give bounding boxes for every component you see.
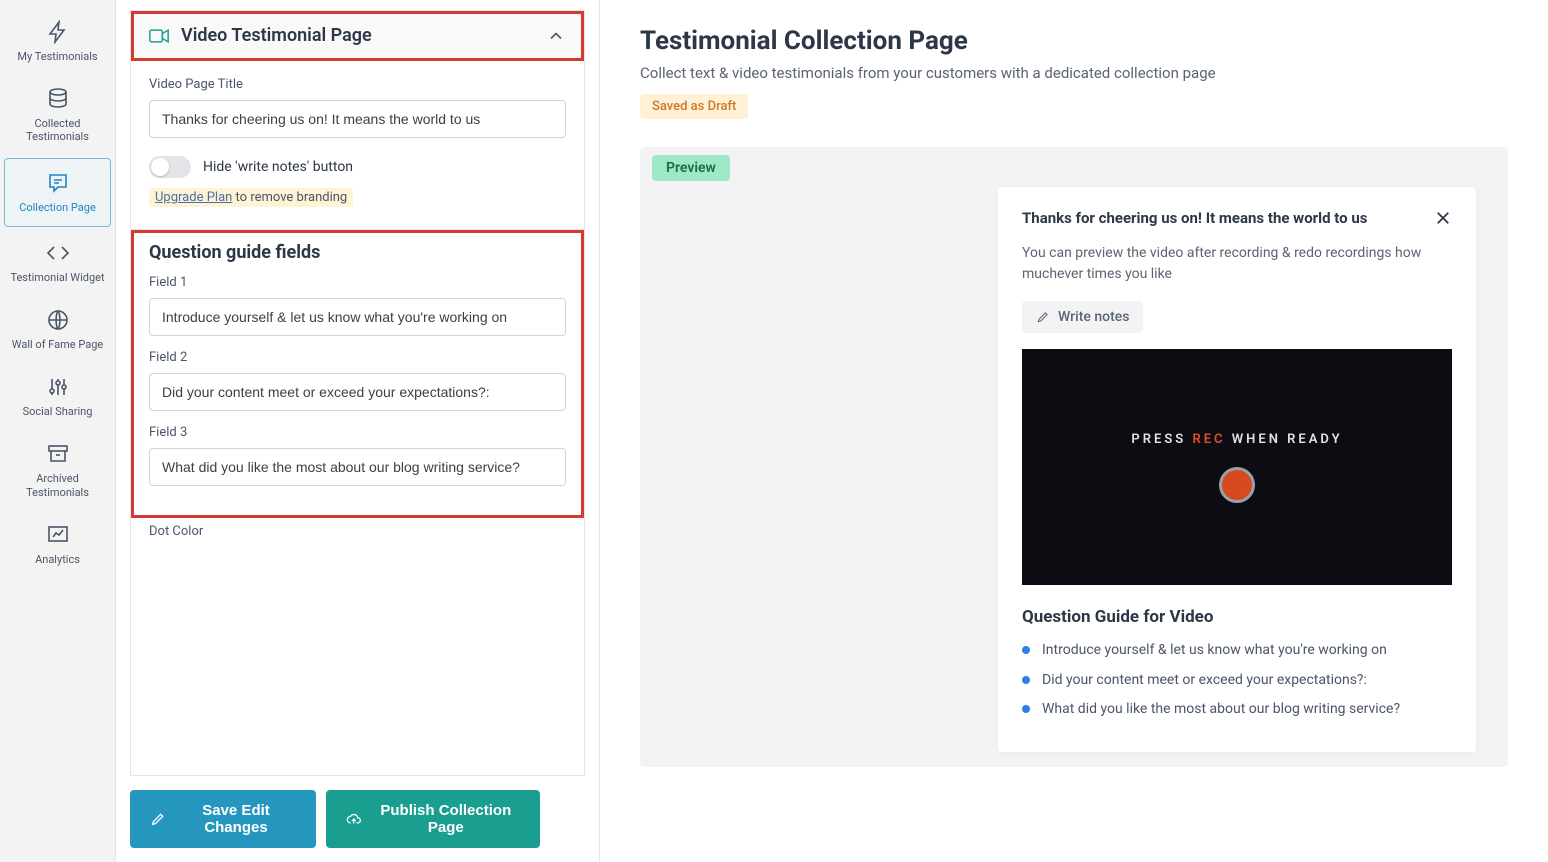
- preview-question-guide-title: Question Guide for Video: [1022, 607, 1452, 627]
- video-instruction: PRESS REC WHEN READY: [1131, 432, 1342, 447]
- field3-input[interactable]: [149, 448, 566, 486]
- video-title-input[interactable]: [149, 100, 566, 138]
- page-subtitle: Collect text & video testimonials from y…: [640, 64, 1508, 82]
- preview-badge: Preview: [652, 155, 730, 181]
- video-title-label: Video Page Title: [149, 77, 566, 92]
- question-guide-block: Question guide fields Field 1 Field 2 Fi…: [131, 230, 584, 518]
- record-button[interactable]: [1219, 467, 1255, 503]
- upgrade-rest: to remove branding: [232, 190, 347, 205]
- upgrade-notice: Upgrade Plan to remove branding: [149, 190, 566, 205]
- pencil-icon: [1036, 310, 1050, 324]
- page-title: Testimonial Collection Page: [640, 26, 1508, 56]
- write-notes-label: Write notes: [1058, 309, 1129, 325]
- draft-status-badge: Saved as Draft: [640, 94, 748, 119]
- sidebar: My Testimonials Collected Testimonials C…: [0, 0, 116, 862]
- sidebar-item-label: Social Sharing: [23, 405, 93, 418]
- code-icon: [46, 241, 70, 265]
- preview-stage: Preview Thanks for cheering us on! It me…: [640, 147, 1508, 767]
- question-guide-title: Question guide fields: [149, 242, 566, 263]
- sidebar-item-social-sharing[interactable]: Social Sharing: [0, 363, 115, 430]
- sidebar-item-label: My Testimonials: [17, 50, 97, 63]
- panel-header-video-testimonial[interactable]: Video Testimonial Page: [131, 11, 584, 61]
- panel-title: Video Testimonial Page: [181, 25, 372, 46]
- sidebar-item-analytics[interactable]: Analytics: [0, 511, 115, 578]
- field1-input[interactable]: [149, 298, 566, 336]
- save-button[interactable]: Save Edit Changes: [130, 790, 316, 848]
- chart-icon: [46, 523, 70, 547]
- chevron-up-icon: [546, 26, 566, 46]
- sidebar-item-label: Collected Testimonials: [4, 117, 111, 143]
- field1-label: Field 1: [149, 275, 566, 290]
- sidebar-item-widget[interactable]: Testimonial Widget: [0, 229, 115, 296]
- qg-item: Did your content meet or exceed your exp…: [1022, 671, 1452, 691]
- sidebar-item-collection-page[interactable]: Collection Page: [4, 158, 111, 227]
- sidebar-item-archived[interactable]: Archived Testimonials: [0, 430, 115, 510]
- cloud-upload-icon: [346, 810, 362, 828]
- video-icon: [149, 29, 169, 43]
- panel-body: Video Page Title Hide 'write notes' butt…: [131, 61, 584, 225]
- write-notes-button[interactable]: Write notes: [1022, 301, 1143, 333]
- sidebar-item-label: Testimonial Widget: [10, 271, 104, 284]
- publish-button[interactable]: Publish Collection Page: [326, 790, 540, 848]
- close-icon[interactable]: [1434, 209, 1452, 227]
- preview-column: Testimonial Collection Page Collect text…: [600, 0, 1548, 862]
- publish-button-label: Publish Collection Page: [372, 802, 520, 836]
- sidebar-item-collected[interactable]: Collected Testimonials: [0, 75, 115, 155]
- button-row: Save Edit Changes Publish Collection Pag…: [130, 790, 585, 848]
- chat-icon: [46, 171, 70, 195]
- video-recorder-preview: PRESS REC WHEN READY: [1022, 349, 1452, 585]
- editor-panel-scroll[interactable]: Video Testimonial Page Video Page Title …: [130, 10, 585, 776]
- preview-card-title: Thanks for cheering us on! It means the …: [1022, 209, 1367, 227]
- sidebar-item-label: Wall of Fame Page: [12, 338, 103, 351]
- sidebar-item-my-testimonials[interactable]: My Testimonials: [0, 8, 115, 75]
- upgrade-plan-link[interactable]: Upgrade Plan: [155, 190, 232, 205]
- qg-item: Introduce yourself & let us know what yo…: [1022, 641, 1452, 661]
- hide-notes-label: Hide 'write notes' button: [203, 159, 353, 175]
- field2-input[interactable]: [149, 373, 566, 411]
- field2-label: Field 2: [149, 350, 566, 365]
- sliders-icon: [46, 375, 70, 399]
- sidebar-item-wall-of-fame[interactable]: Wall of Fame Page: [0, 296, 115, 363]
- database-icon: [46, 87, 70, 111]
- editor-column: Video Testimonial Page Video Page Title …: [116, 0, 600, 862]
- dot-color-label: Dot Color: [131, 518, 584, 553]
- sidebar-item-label: Collection Page: [19, 201, 96, 214]
- globe-icon: [46, 308, 70, 332]
- pencil-icon: [150, 810, 166, 828]
- preview-question-guide-list: Introduce yourself & let us know what yo…: [1022, 641, 1452, 720]
- hide-notes-toggle[interactable]: [149, 156, 191, 178]
- sidebar-item-label: Analytics: [35, 553, 80, 566]
- qg-item: What did you like the most about our blo…: [1022, 700, 1452, 720]
- field3-label: Field 3: [149, 425, 566, 440]
- archive-icon: [46, 442, 70, 466]
- save-button-label: Save Edit Changes: [176, 802, 296, 836]
- bolt-icon: [46, 20, 70, 44]
- preview-card: Thanks for cheering us on! It means the …: [998, 187, 1476, 752]
- sidebar-item-label: Archived Testimonials: [4, 472, 111, 498]
- preview-card-desc: You can preview the video after recordin…: [1022, 243, 1452, 285]
